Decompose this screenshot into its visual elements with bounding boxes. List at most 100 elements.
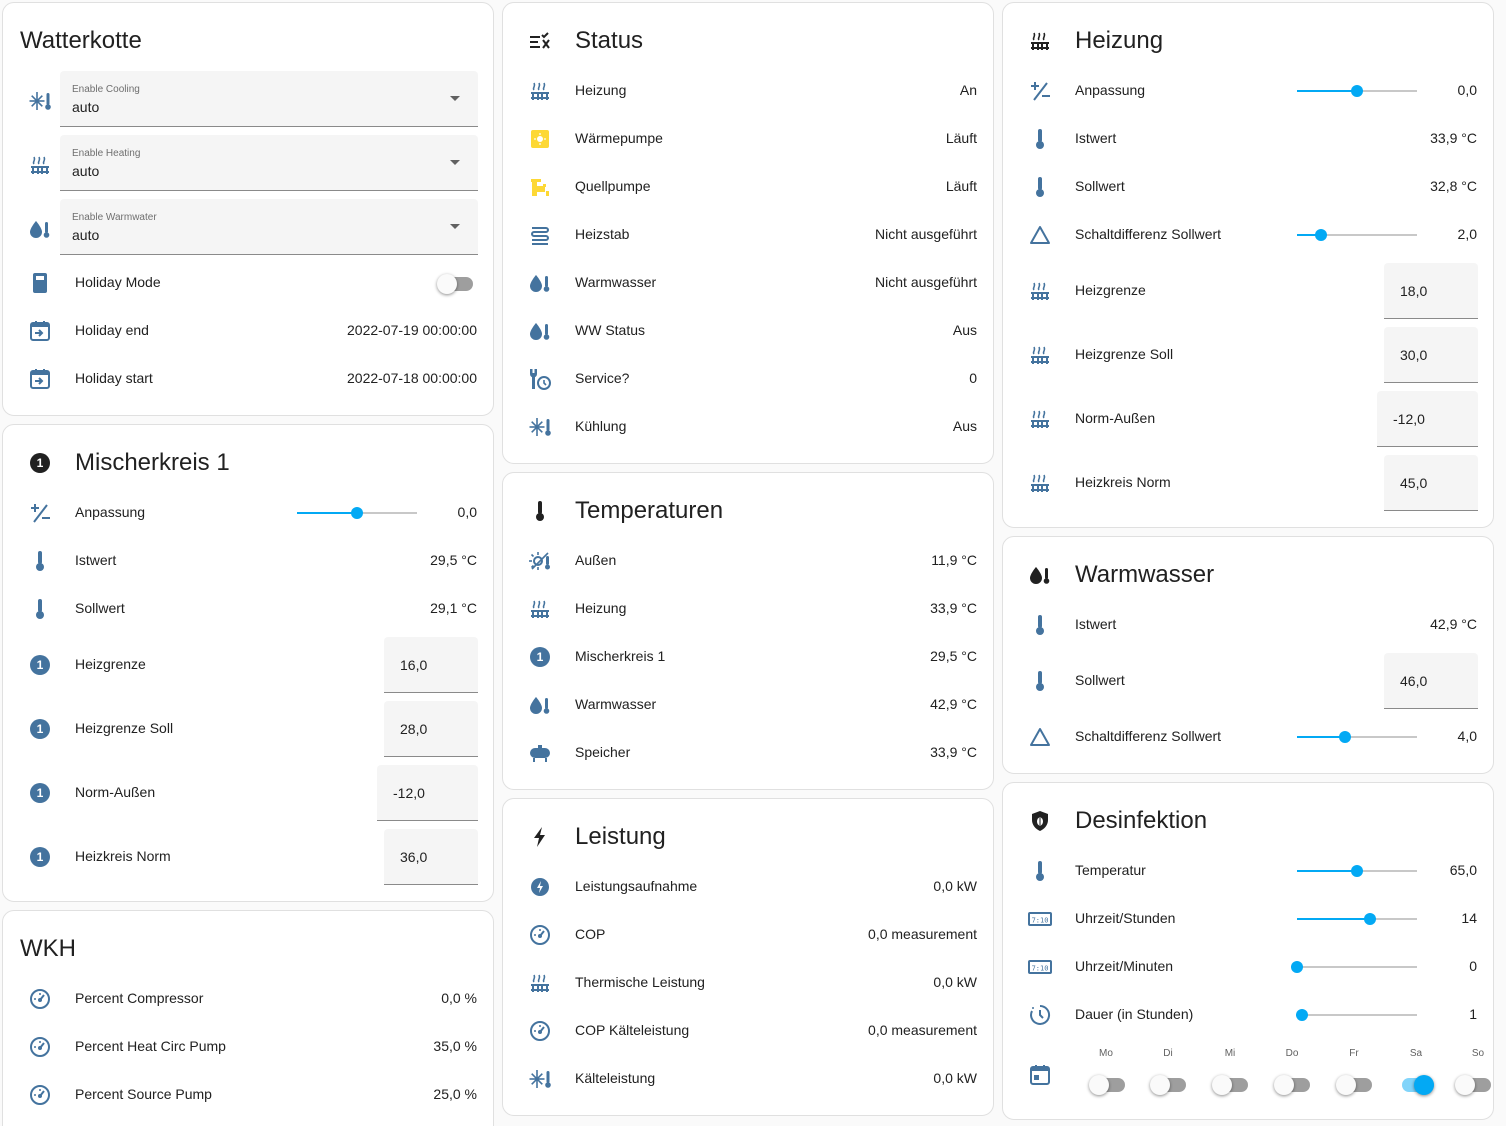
temp-speicher-label: Speicher [575, 744, 631, 760]
thermometer-icon [28, 597, 52, 621]
heizung-anpassung-slider[interactable] [1297, 81, 1417, 101]
des-dauer-slider[interactable] [1295, 1005, 1417, 1025]
heizung-heizkreis-norm-label: Heizkreis Norm [1075, 474, 1171, 490]
temperaturen-card: Temperaturen Außen 11,9 °C Heizung 33,9 … [502, 472, 994, 790]
status-service-value: 0 [969, 370, 977, 386]
ww-schaltdifferenz-value: 4,0 [1457, 728, 1477, 744]
delta-icon [1028, 223, 1052, 247]
circle-one-icon: 1 [28, 845, 52, 869]
enable-cooling-select[interactable]: Enable Cooling auto [60, 71, 478, 127]
day-toggle-fr[interactable] [1336, 1074, 1372, 1095]
heizgrenze-input[interactable]: 16,0 [384, 637, 478, 693]
des-stunden-slider[interactable] [1297, 909, 1417, 929]
cop-kaelteleistung-value: 0,0 measurement [868, 1022, 977, 1038]
norm-aussen-input[interactable]: -12,0 [377, 765, 478, 821]
des-minuten-slider[interactable] [1291, 957, 1417, 977]
sun-thermometer-icon [528, 549, 552, 573]
percent-heat-circ-pump-value: 35,0 % [433, 1038, 477, 1054]
gauge-icon [28, 987, 52, 1011]
holiday-mode-toggle[interactable] [437, 273, 473, 294]
card-title: WKH [20, 935, 76, 962]
heizung-anpassung-value: 0,0 [1457, 82, 1477, 98]
day-toggle-mi[interactable] [1212, 1074, 1248, 1095]
radiator-icon [528, 971, 552, 995]
percent-compressor-label: Percent Compressor [75, 990, 204, 1006]
heizung-heizgrenze-soll-input[interactable]: 30,0 [1384, 327, 1478, 383]
enable-warmwater-select[interactable]: Enable Warmwater auto [60, 199, 478, 255]
day-toggle-sa[interactable] [1398, 1074, 1434, 1095]
door-icon [28, 271, 52, 295]
power-gauge-icon [528, 875, 552, 899]
chevron-down-icon [450, 96, 460, 101]
heizung-sollwert-value: 32,8 °C [1430, 178, 1477, 194]
circle-one-icon: 1 [528, 645, 552, 669]
percent-compressor-value: 0,0 % [441, 990, 477, 1006]
day-toggle-mo[interactable] [1089, 1074, 1125, 1095]
warmwasser-card: Warmwasser Istwert 42,9 °C Sollwert 46,0… [1002, 536, 1494, 774]
desinfektion-card: Desinfektion Temperatur 65,0 7:10 Uhrzei… [1002, 782, 1494, 1120]
temp-heizung-label: Heizung [575, 600, 627, 616]
wrench-clock-icon [528, 367, 552, 391]
thermometer-icon [528, 499, 552, 523]
gauge-icon [28, 1035, 52, 1059]
holiday-end-value[interactable]: 2022-07-19 00:00:00 [347, 322, 477, 338]
des-stunden-label: Uhrzeit/Stunden [1075, 910, 1176, 926]
heizung-norm-aussen-label: Norm-Außen [1075, 410, 1156, 426]
ww-istwert-value: 42,9 °C [1430, 616, 1477, 632]
heizung-heizgrenze-input[interactable]: 18,0 [1384, 263, 1478, 319]
water-thermometer-icon [528, 319, 552, 343]
water-thermometer-icon [1028, 563, 1052, 587]
card-title: Leistung [575, 823, 666, 850]
day-toggle-so[interactable] [1455, 1074, 1491, 1095]
circle-one-icon: 1 [28, 781, 52, 805]
heizgrenze-soll-input[interactable]: 28,0 [384, 701, 478, 757]
card-title: Mischerkreis 1 [75, 449, 230, 476]
status-quellpumpe-value: Läuft [945, 178, 977, 194]
percent-source-pump-label: Percent Source Pump [75, 1086, 212, 1102]
snowflake-thermometer-icon [528, 1067, 552, 1091]
status-heizung-label: Heizung [575, 82, 627, 98]
radiator-icon [28, 153, 52, 177]
thermometer-icon [1028, 127, 1052, 151]
anpassung-slider[interactable] [297, 503, 417, 523]
digital-clock-icon: 7:10 [1028, 955, 1052, 979]
temp-warmwasser-label: Warmwasser [575, 696, 657, 712]
heizgrenze-soll-label: Heizgrenze Soll [75, 720, 174, 736]
status-waermepumpe-label: Wärmepumpe [575, 130, 663, 146]
calendar-end-icon [28, 319, 52, 343]
shield-bug-icon [1028, 809, 1052, 833]
status-ww-status-value: Aus [952, 322, 977, 338]
kaelteleistung-value: 0,0 kW [933, 1070, 977, 1086]
heizung-card: Heizung Anpassung 0,0 Istwert 33,9 °C So… [1002, 2, 1494, 528]
delta-icon [1028, 725, 1052, 749]
enable-heating-select[interactable]: Enable Heating auto [60, 135, 478, 191]
anpassung-value: 0,0 [457, 504, 477, 520]
des-temperatur-slider[interactable] [1297, 861, 1417, 881]
day-toggle-do[interactable] [1274, 1074, 1310, 1095]
temp-speicher-value: 33,9 °C [930, 744, 977, 760]
des-minuten-value: 0 [1469, 958, 1477, 974]
temp-heizung-value: 33,9 °C [930, 600, 977, 616]
heizung-norm-aussen-input[interactable]: -12,0 [1377, 391, 1478, 447]
radiator-icon [1028, 407, 1052, 431]
holiday-start-value[interactable]: 2022-07-18 00:00:00 [347, 370, 477, 386]
circle-one-icon: 1 [28, 717, 52, 741]
card-title: Status [575, 27, 644, 54]
water-thermometer-icon [28, 217, 52, 241]
ww-schaltdifferenz-slider[interactable] [1297, 727, 1417, 747]
thermische-leistung-value: 0,0 kW [933, 974, 977, 990]
heizung-heizkreis-norm-input[interactable]: 45,0 [1384, 455, 1478, 511]
day-label-fr: Fr [1349, 1048, 1359, 1059]
pump-icon [528, 175, 552, 199]
ww-sollwert-input[interactable]: 46,0 [1384, 653, 1478, 709]
heizung-schaltdifferenz-slider[interactable] [1297, 225, 1417, 245]
leistungsaufnahme-label: Leistungsaufnahme [575, 878, 698, 894]
day-toggle-di[interactable] [1150, 1074, 1186, 1095]
svg-text:7:10: 7:10 [1032, 965, 1049, 973]
plus-minus-icon [1028, 79, 1052, 103]
card-title: Heizung [1075, 27, 1164, 54]
gauge-icon [28, 1083, 52, 1107]
cop-kaelteleistung-label: COP Kälteleistung [575, 1022, 690, 1038]
calendar-start-icon [28, 367, 52, 391]
heizkreis-norm-input[interactable]: 36,0 [384, 829, 478, 885]
